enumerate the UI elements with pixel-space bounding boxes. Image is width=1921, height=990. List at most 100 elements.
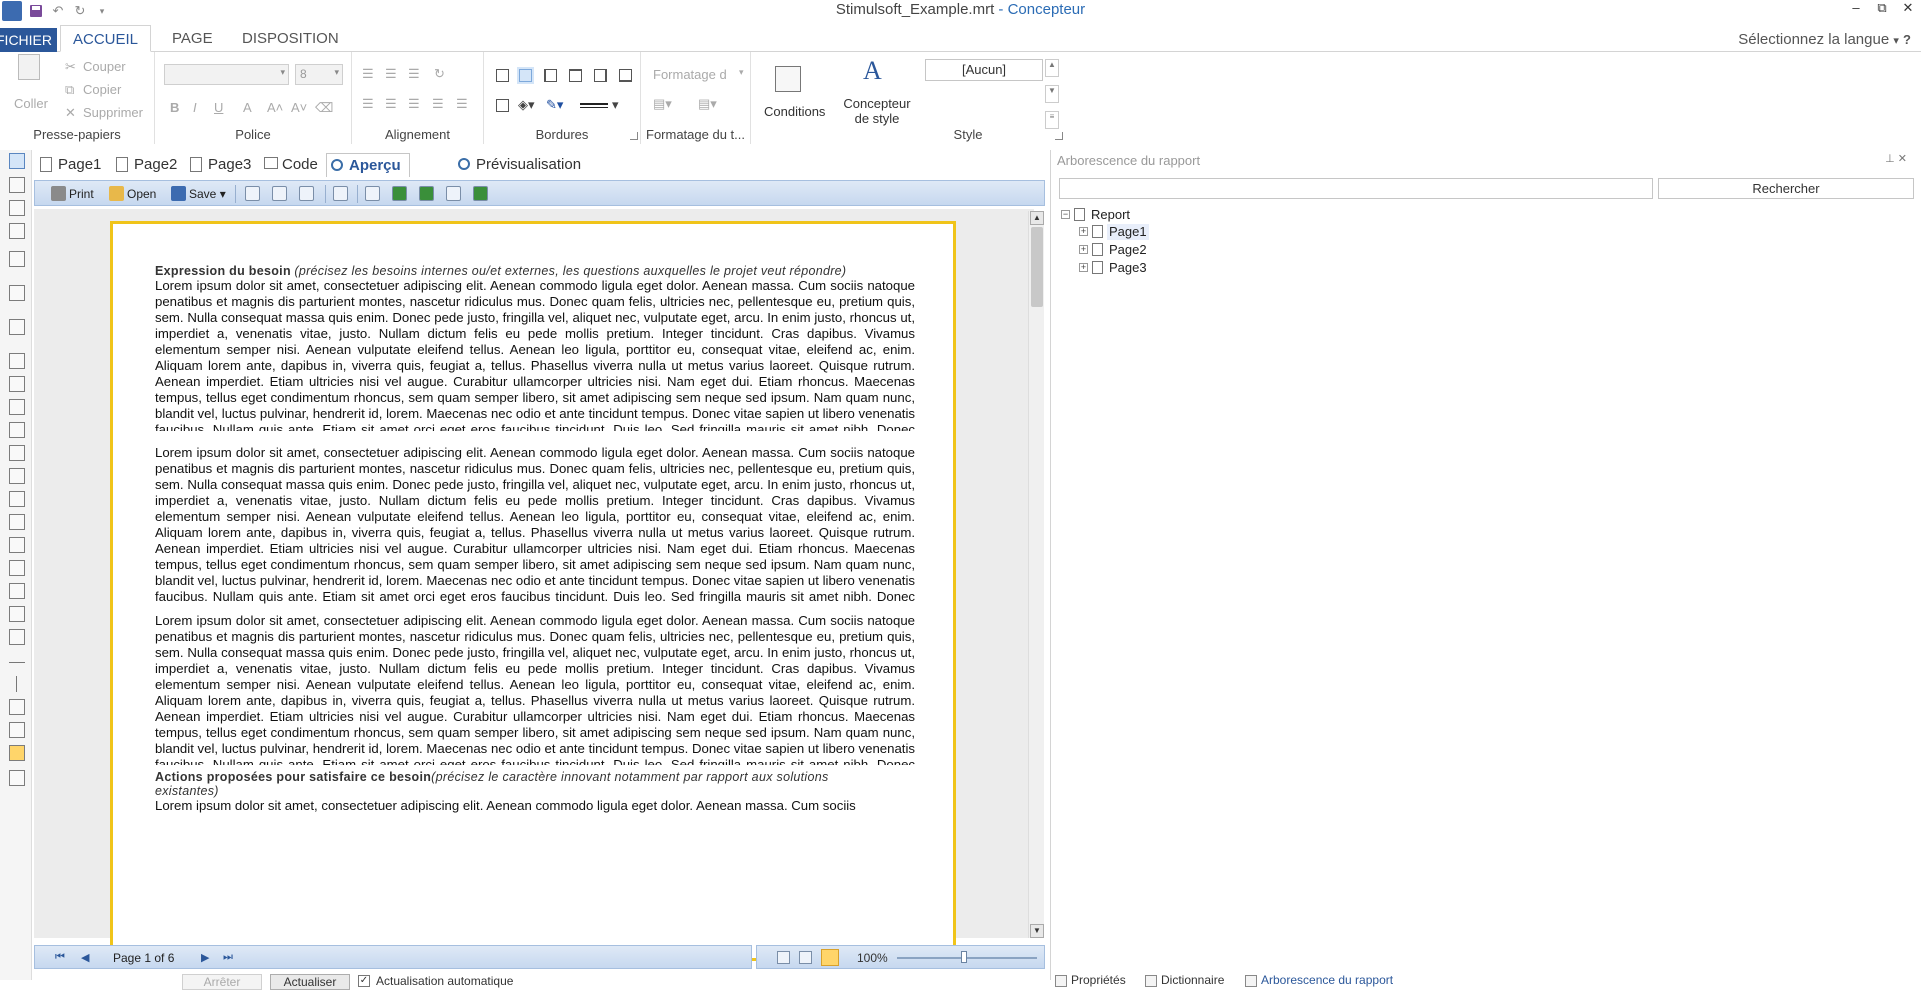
next-page-button[interactable]: ▶ bbox=[201, 951, 209, 964]
vertical-line-icon[interactable] bbox=[16, 676, 17, 692]
tab-layout[interactable]: DISPOSITION bbox=[230, 25, 351, 52]
scroll-down-icon[interactable]: ▼ bbox=[1045, 85, 1059, 103]
panel-icon[interactable] bbox=[9, 445, 25, 461]
minimize-button[interactable]: – bbox=[1843, 0, 1869, 18]
tab-home[interactable]: ACCUEIL bbox=[60, 25, 152, 52]
style-gallery-scroll[interactable]: ▲ ▼ ≡ bbox=[1045, 59, 1059, 137]
clear-format-icon[interactable]: ⌫ bbox=[315, 100, 333, 116]
italic-button[interactable]: I bbox=[193, 100, 197, 115]
crosstab-icon[interactable] bbox=[9, 537, 25, 553]
font-size-select[interactable]: 8 ▾ bbox=[295, 64, 343, 85]
text-format-select[interactable]: Formatage d bbox=[653, 67, 727, 82]
align-right-icon[interactable]: ☰ bbox=[408, 96, 420, 112]
chart-icon[interactable] bbox=[9, 745, 25, 761]
select-tool-icon[interactable] bbox=[9, 153, 25, 169]
pin-icon[interactable]: ⊥ ✕ bbox=[1885, 152, 1907, 165]
zoom-track[interactable] bbox=[897, 957, 1037, 959]
full-screen-icon[interactable] bbox=[446, 186, 461, 201]
tab-report-tree[interactable]: Arborescence du rapport bbox=[1245, 973, 1393, 987]
tab-html-preview[interactable]: Prévisualisation HTML bbox=[454, 153, 581, 197]
stop-button[interactable]: Arrêter bbox=[182, 974, 262, 990]
rounded-rect-icon[interactable] bbox=[9, 699, 25, 715]
tab-code[interactable]: Code bbox=[260, 153, 318, 177]
clone-icon[interactable] bbox=[9, 468, 25, 484]
scroll-thumb[interactable] bbox=[1031, 227, 1043, 307]
single-page-icon[interactable] bbox=[365, 186, 380, 201]
page-width-icon[interactable] bbox=[799, 951, 812, 964]
paste-button[interactable]: Coller bbox=[14, 96, 48, 111]
dialog-launcher-icon[interactable] bbox=[630, 132, 638, 140]
text-component-icon[interactable] bbox=[9, 353, 25, 369]
bookmarks-icon[interactable] bbox=[245, 186, 260, 201]
first-page-button[interactable]: ⏮ bbox=[55, 951, 65, 964]
one-page-icon[interactable] bbox=[777, 951, 790, 964]
barcode-icon[interactable] bbox=[9, 422, 25, 438]
border-all-icon[interactable] bbox=[496, 69, 509, 82]
delete-button[interactable]: Supprimer bbox=[83, 105, 143, 120]
tree-node-report[interactable]: − Report bbox=[1061, 207, 1181, 223]
find-icon[interactable] bbox=[333, 186, 348, 201]
border-none-icon[interactable] bbox=[496, 99, 509, 112]
preview-scrollbar[interactable]: ▲ ▼ bbox=[1028, 211, 1044, 938]
checkbox-component-icon[interactable] bbox=[9, 560, 25, 576]
line-color-icon[interactable]: ✎▾ bbox=[546, 97, 563, 113]
border-right-icon[interactable] bbox=[594, 69, 607, 82]
zoom-slider[interactable] bbox=[961, 951, 967, 963]
conditions-button[interactable]: Conditions bbox=[764, 104, 825, 119]
tree-node-page3[interactable]: + Page3 bbox=[1079, 260, 1199, 276]
tab-web-preview[interactable]: Aperçu Web bbox=[326, 153, 410, 198]
bold-button[interactable]: B bbox=[170, 100, 179, 115]
search-button[interactable]: Rechercher bbox=[1658, 178, 1914, 199]
zipcode-icon[interactable] bbox=[9, 583, 25, 599]
shape-icon[interactable] bbox=[9, 606, 25, 622]
scroll-up-icon[interactable]: ▲ bbox=[1030, 211, 1044, 225]
justify-icon[interactable]: ☰ bbox=[432, 96, 444, 112]
align-top-icon[interactable]: ☰ bbox=[362, 66, 374, 82]
underline-button[interactable]: U bbox=[214, 100, 223, 115]
rect-outline-icon[interactable] bbox=[9, 722, 25, 738]
language-selector[interactable]: Sélectionnez la langue ▾ ? bbox=[1738, 31, 1911, 48]
border-top-icon[interactable] bbox=[569, 69, 582, 82]
rich-text-icon[interactable] bbox=[9, 376, 25, 392]
refresh-button[interactable]: Actualiser bbox=[270, 974, 350, 990]
tree-search-input[interactable] bbox=[1059, 178, 1653, 199]
image-icon[interactable] bbox=[9, 399, 25, 415]
scroll-up-icon[interactable]: ▲ bbox=[1045, 59, 1059, 77]
save-button[interactable]: Save ▾ bbox=[169, 185, 226, 203]
expand-icon[interactable]: + bbox=[1079, 263, 1088, 272]
format-icon[interactable]: ▤▾ bbox=[653, 96, 672, 112]
tab-page3[interactable]: Page3 bbox=[186, 153, 251, 177]
text-tool-icon[interactable] bbox=[9, 200, 25, 216]
print-button[interactable]: Print bbox=[49, 185, 94, 203]
zoom-icon[interactable] bbox=[473, 186, 488, 201]
multi-page-icon[interactable] bbox=[821, 949, 839, 966]
format-paint-icon[interactable]: ▤▾ bbox=[698, 96, 717, 112]
help-icon[interactable]: ? bbox=[1903, 32, 1911, 47]
border-left-icon[interactable] bbox=[544, 69, 557, 82]
last-page-button[interactable]: ⏭ bbox=[223, 951, 233, 964]
align-center-icon[interactable]: ☰ bbox=[385, 96, 397, 112]
font-color-button[interactable]: A bbox=[243, 100, 252, 115]
fill-color-icon[interactable]: ◈▾ bbox=[518, 97, 535, 113]
copy-button[interactable]: Copier bbox=[83, 82, 121, 97]
tools-icon[interactable] bbox=[9, 770, 25, 786]
rectangle-icon[interactable] bbox=[9, 629, 25, 645]
style-value-box[interactable]: [Aucun] bbox=[925, 59, 1043, 81]
prev-page-button[interactable]: ◀ bbox=[81, 951, 89, 964]
band-tool-icon[interactable] bbox=[9, 251, 25, 267]
table-icon[interactable] bbox=[9, 514, 25, 530]
subreport-icon[interactable] bbox=[9, 491, 25, 507]
tab-file[interactable]: FICHIER bbox=[0, 28, 57, 52]
restore-button[interactable]: ⧉ bbox=[1869, 0, 1895, 18]
scroll-down-icon[interactable]: ▼ bbox=[1030, 924, 1044, 938]
cross-band-tool-icon[interactable] bbox=[9, 285, 25, 301]
border-bottom-icon[interactable] bbox=[619, 69, 632, 82]
rotate-text-icon[interactable]: ↻ bbox=[434, 66, 445, 82]
multiple-pages-icon[interactable] bbox=[419, 186, 434, 201]
font-family-select[interactable]: ▾ bbox=[164, 64, 289, 85]
tree-node-page2[interactable]: + Page2 bbox=[1079, 242, 1199, 258]
expand-icon[interactable]: + bbox=[1079, 227, 1088, 236]
line-style-icon[interactable] bbox=[580, 103, 608, 108]
tab-properties[interactable]: Propriétés bbox=[1055, 973, 1126, 987]
expand-icon[interactable]: + bbox=[1079, 245, 1088, 254]
